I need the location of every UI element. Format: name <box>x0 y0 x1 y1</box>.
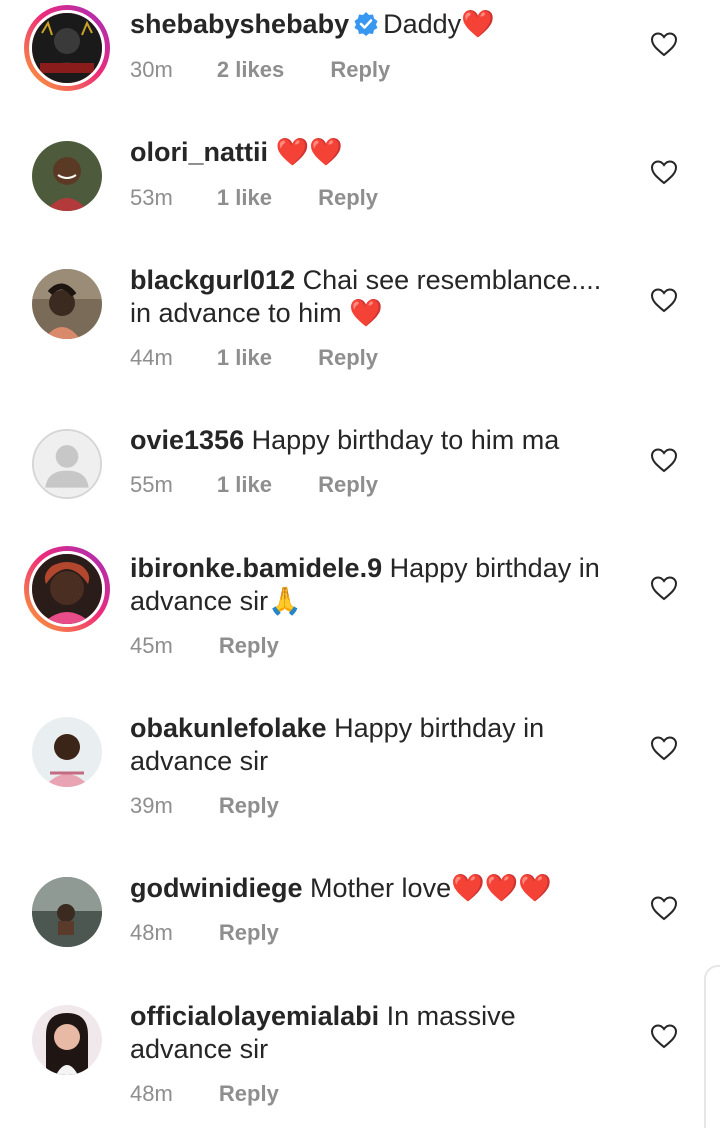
comment-meta: 30m 2 likes Reply <box>130 57 390 83</box>
heart-outline-icon[interactable] <box>650 287 678 313</box>
reply-button[interactable]: Reply <box>318 345 378 371</box>
comment-likes[interactable]: 1 like <box>217 185 272 211</box>
reply-button[interactable]: Reply <box>219 633 279 659</box>
heart-outline-icon[interactable] <box>650 735 678 761</box>
comment-time: 55m <box>130 472 173 497</box>
heart-outline-icon[interactable] <box>650 575 678 601</box>
comment-text: shebabyshebaby Daddy❤️ <box>130 8 620 41</box>
reply-button[interactable]: Reply <box>219 1081 279 1107</box>
heart-emoji: ❤️❤️ <box>275 137 343 167</box>
avatar[interactable] <box>24 546 110 632</box>
comment-body: Daddy <box>383 9 462 39</box>
heart-emoji: ❤️❤️❤️ <box>451 873 552 903</box>
avatar[interactable] <box>24 869 110 955</box>
verified-badge-icon <box>353 11 379 37</box>
comment-meta: 45m Reply <box>130 633 279 659</box>
heart-emoji: ❤️ <box>349 298 383 328</box>
scrollbar-edge[interactable] <box>704 965 720 1128</box>
comment-time: 44m <box>130 345 173 370</box>
comment-text: ovie1356 Happy birthday to him ma <box>130 424 620 457</box>
comment-meta: 48m Reply <box>130 1081 279 1107</box>
heart-emoji: ❤️ <box>461 9 495 39</box>
comment-time: 53m <box>130 185 173 210</box>
comment-time: 48m <box>130 1081 173 1106</box>
comment-username[interactable]: officialolayemialabi <box>130 1001 379 1031</box>
comment-username[interactable]: ibironke.bamidele.9 <box>130 553 382 583</box>
avatar[interactable] <box>24 133 110 219</box>
comment-time: 45m <box>130 633 173 658</box>
reply-button[interactable]: Reply <box>318 185 378 211</box>
comment-text: blackgurl012 Chai see resemblance.... in… <box>130 264 620 330</box>
comment-time: 30m <box>130 57 173 82</box>
heart-outline-icon[interactable] <box>650 447 678 473</box>
comment-username[interactable]: olori_nattii <box>130 137 268 167</box>
comment-body: Mother love <box>310 873 452 903</box>
heart-outline-icon[interactable] <box>650 31 678 57</box>
comment-text: officialolayemialabi In massive advance … <box>130 1000 620 1066</box>
avatar[interactable] <box>24 709 110 795</box>
reply-button[interactable]: Reply <box>318 472 378 498</box>
comment-username[interactable]: obakunlefolake <box>130 713 327 743</box>
comment-meta: 48m Reply <box>130 920 279 946</box>
heart-outline-icon[interactable] <box>650 1023 678 1049</box>
avatar[interactable] <box>24 261 110 347</box>
avatar[interactable] <box>24 421 110 507</box>
comment-meta: 53m 1 like Reply <box>130 185 378 211</box>
comment-username[interactable]: ovie1356 <box>130 425 244 455</box>
comment-time: 48m <box>130 920 173 945</box>
comment-username[interactable]: godwinidiege <box>130 873 303 903</box>
reply-button[interactable]: Reply <box>219 920 279 946</box>
comment-likes[interactable]: 1 like <box>217 472 272 498</box>
comment-time: 39m <box>130 793 173 818</box>
comment-username[interactable]: blackgurl012 <box>130 265 295 295</box>
comment-meta: 39m Reply <box>130 793 279 819</box>
reply-button[interactable]: Reply <box>330 57 390 83</box>
heart-outline-icon[interactable] <box>650 159 678 185</box>
avatar[interactable] <box>24 997 110 1083</box>
heart-outline-icon[interactable] <box>650 895 678 921</box>
comment-meta: 55m 1 like Reply <box>130 472 378 498</box>
comment-likes[interactable]: 2 likes <box>217 57 284 83</box>
comment-username[interactable]: shebabyshebaby <box>130 9 349 39</box>
comment-body: Happy birthday to him ma <box>251 425 560 455</box>
avatar[interactable] <box>24 5 110 91</box>
comment-likes[interactable]: 1 like <box>217 345 272 371</box>
comment-text: godwinidiege Mother love❤️❤️❤️ <box>130 872 620 905</box>
comment-meta: 44m 1 like Reply <box>130 345 378 371</box>
comment-text: obakunlefolake Happy birthday in advance… <box>130 712 620 778</box>
comment-text: ibironke.bamidele.9 Happy birthday in ad… <box>130 552 620 618</box>
comment-text: olori_nattii ❤️❤️ <box>130 136 620 169</box>
reply-button[interactable]: Reply <box>219 793 279 819</box>
